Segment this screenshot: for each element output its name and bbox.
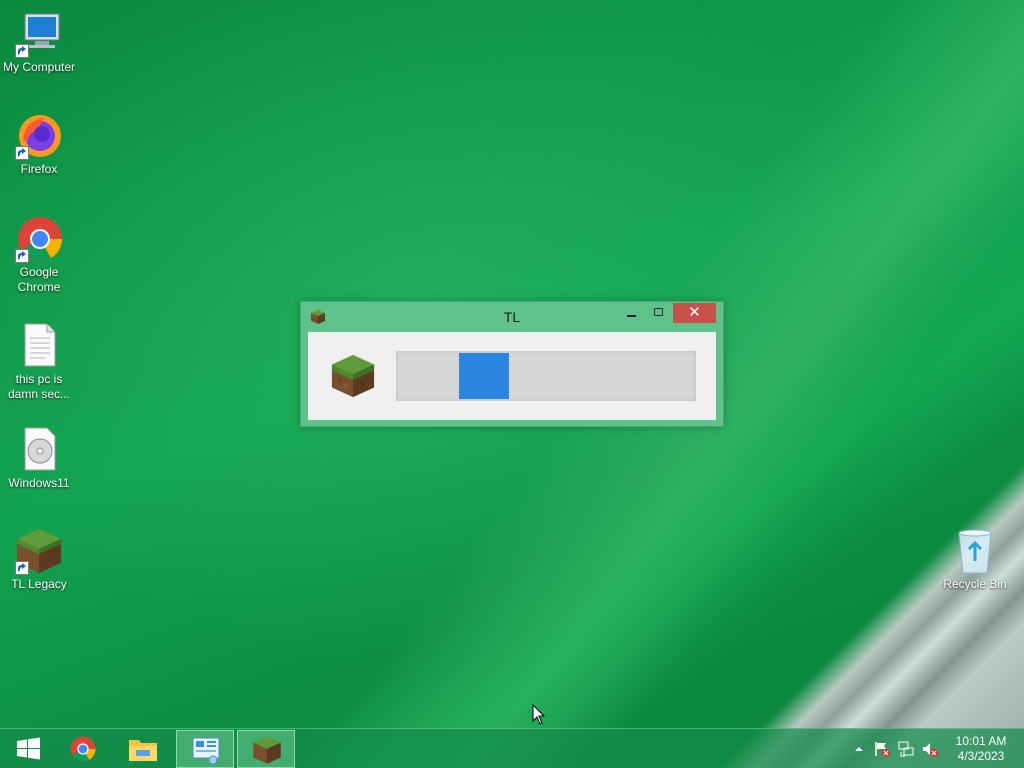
minimize-button[interactable] bbox=[619, 303, 645, 323]
grass-block-icon bbox=[330, 352, 376, 400]
computer-icon bbox=[15, 10, 63, 58]
shortcut-arrow-icon bbox=[15, 146, 29, 160]
window-titlebar[interactable]: TL ✕ bbox=[301, 302, 723, 331]
loading-progress-bar bbox=[396, 351, 696, 401]
maximize-button[interactable] bbox=[645, 303, 671, 323]
desktop-icon-label: TL Legacy bbox=[11, 577, 67, 591]
desktop-icon-google-chrome[interactable]: Google Chrome bbox=[0, 215, 78, 295]
close-button[interactable]: ✕ bbox=[673, 303, 716, 323]
desktop-icon-firefox[interactable]: Firefox bbox=[0, 112, 78, 177]
action-center-flag-icon[interactable] bbox=[873, 740, 891, 758]
shortcut-arrow-icon bbox=[15, 249, 29, 263]
windows-logo-icon bbox=[13, 734, 45, 764]
progress-indicator bbox=[459, 353, 509, 399]
firefox-icon bbox=[15, 112, 63, 160]
text-file-icon bbox=[15, 322, 63, 370]
desktop-icon-label: Windows11 bbox=[8, 476, 70, 490]
desktop-icon-my-computer[interactable]: My Computer bbox=[0, 10, 78, 75]
desktop-icon-label: Firefox bbox=[20, 162, 58, 176]
chrome-icon bbox=[67, 734, 99, 764]
tl-launcher-window[interactable]: TL ✕ bbox=[300, 301, 724, 427]
grass-block-icon bbox=[15, 527, 63, 575]
desktop-icon-recycle-bin[interactable]: Recycle Bin bbox=[936, 527, 1014, 592]
disc-image-icon bbox=[15, 426, 63, 474]
taskbar: 10:01 AM 4/3/2023 bbox=[0, 728, 1024, 768]
desktop-icon-windows11[interactable]: Windows11 bbox=[0, 426, 78, 491]
folder-icon bbox=[127, 734, 159, 764]
taskbar-file-explorer[interactable] bbox=[114, 730, 172, 768]
mouse-cursor-icon bbox=[532, 703, 546, 726]
chrome-icon bbox=[15, 215, 63, 263]
desktop-icon-label: Recycle Bin bbox=[943, 577, 1007, 591]
network-icon[interactable] bbox=[897, 740, 915, 758]
window-client-area bbox=[308, 332, 716, 420]
desktop-icon-label: this pc is damn sec... bbox=[7, 372, 71, 401]
clock-time: 10:01 AM bbox=[955, 734, 1007, 748]
desktop-icon-tl-legacy[interactable]: TL Legacy bbox=[0, 527, 78, 592]
chevron-up-icon[interactable] bbox=[850, 740, 868, 758]
volume-muted-icon[interactable] bbox=[921, 740, 939, 758]
maximize-icon bbox=[654, 308, 663, 316]
taskbar-chrome[interactable] bbox=[54, 730, 112, 768]
clock-date: 4/3/2023 bbox=[957, 749, 1005, 763]
shortcut-arrow-icon bbox=[15, 44, 29, 58]
taskbar-control-panel[interactable] bbox=[176, 730, 234, 768]
taskbar-clock[interactable]: 10:01 AM 4/3/2023 bbox=[944, 734, 1018, 764]
desktop-icon-text-file[interactable]: this pc is damn sec... bbox=[0, 322, 78, 402]
taskbar-tl-legacy[interactable] bbox=[237, 730, 295, 768]
desktop-icon-label: My Computer bbox=[2, 60, 76, 74]
desktop-icon-label: Google Chrome bbox=[17, 265, 61, 294]
start-button[interactable] bbox=[0, 730, 58, 768]
control-panel-icon bbox=[190, 735, 222, 765]
recycle-bin-icon bbox=[951, 527, 999, 575]
close-icon: ✕ bbox=[688, 304, 701, 321]
grass-block-icon bbox=[251, 735, 283, 765]
minimize-icon bbox=[627, 315, 636, 317]
shortcut-arrow-icon bbox=[15, 561, 29, 575]
